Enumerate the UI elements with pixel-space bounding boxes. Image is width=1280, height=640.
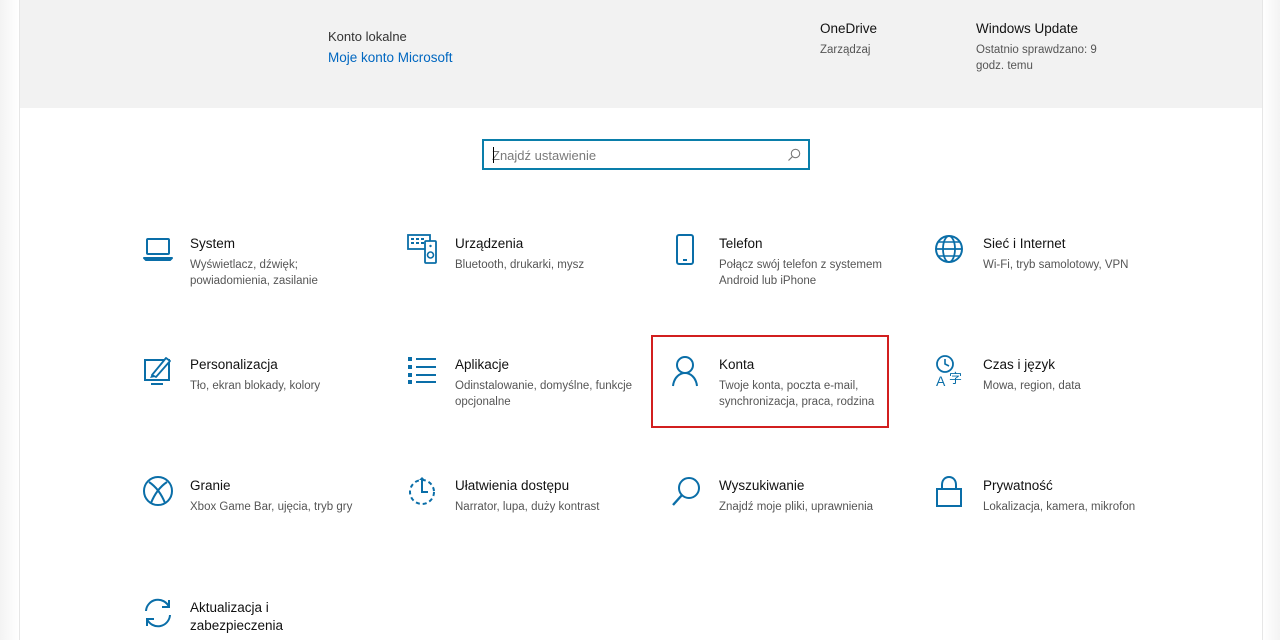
tile-title: Aktualizacja i zabezpieczenia (190, 600, 284, 633)
window-edge-right (1262, 0, 1280, 640)
tile-search[interactable]: Wyszukiwanie Znajdź moje pliki, uprawnie… (671, 476, 911, 546)
laptop-icon (142, 234, 176, 268)
time-language-icon: A字 (935, 355, 969, 389)
xbox-icon (142, 476, 176, 510)
account-block: Konto lokalne Moje konto Microsoft (328, 29, 453, 65)
window-edge-left (0, 0, 20, 640)
lock-icon (935, 476, 969, 510)
search-input[interactable] (492, 145, 782, 165)
tile-network[interactable]: Sieć i Internet Wi-Fi, tryb samolotowy, … (935, 234, 1175, 304)
tile-description: Mowa, region, data (983, 380, 1081, 392)
tile-title: Telefon (719, 236, 763, 251)
tile-description: Narrator, lupa, duży kontrast (455, 501, 600, 513)
tile-phone[interactable]: Telefon Połącz swój telefon z systemem A… (671, 234, 911, 304)
tile-privacy[interactable]: Prywatność Lokalizacja, kamera, mikrofon (935, 476, 1175, 546)
tile-description: Wi-Fi, tryb samolotowy, VPN (983, 259, 1129, 271)
tile-title: Sieć i Internet (983, 236, 1066, 251)
tile-time-language[interactable]: A字 Czas i język Mowa, region, data (935, 355, 1175, 425)
windows-update-subtitle: Ostatnio sprawdzano: 9 godz. temu (976, 44, 1097, 72)
tile-update-security[interactable]: Aktualizacja i zabezpieczenia (142, 597, 382, 640)
account-type: Konto lokalne (328, 29, 407, 44)
svg-text:字: 字 (949, 372, 962, 387)
tile-title: Personalizacja (190, 357, 278, 372)
tile-title: Aplikacje (455, 357, 510, 372)
onedrive-title: OneDrive (820, 21, 878, 36)
highlight-box (651, 335, 889, 428)
search-icon[interactable] (786, 147, 802, 163)
tile-title: Granie (190, 478, 231, 493)
tile-title: Prywatność (983, 478, 1053, 493)
tile-system[interactable]: System Wyświetlacz, dźwięk; powiadomieni… (142, 234, 382, 304)
windows-update-title: Windows Update (976, 21, 1079, 36)
tile-description: Wyświetlacz, dźwięk; powiadomienia, zasi… (190, 259, 318, 287)
tile-gaming[interactable]: Granie Xbox Game Bar, ujęcia, tryb gry (142, 476, 382, 546)
tile-description: Połącz swój telefon z systemem Android l… (719, 259, 882, 287)
tile-title: Wyszukiwanie (719, 478, 805, 493)
tile-description: Bluetooth, drukarki, mysz (455, 259, 585, 271)
phone-icon (671, 234, 705, 268)
windows-update-shortcut[interactable]: Windows Update Ostatnio sprawdzano: 9 go… (976, 21, 1116, 74)
text-caret (493, 147, 494, 163)
tile-title: System (190, 236, 236, 251)
ease-of-access-icon (407, 476, 441, 510)
tile-personalization[interactable]: Personalizacja Tło, ekran blokady, kolor… (142, 355, 382, 425)
settings-search-box[interactable] (482, 139, 810, 170)
svg-text:A: A (936, 373, 946, 389)
tile-description: Lokalizacja, kamera, mikrofon (983, 501, 1136, 513)
tile-ease-of-access[interactable]: Ułatwienia dostępu Narrator, lupa, duży … (407, 476, 647, 546)
search-icon (671, 476, 705, 510)
devices-icon (407, 234, 441, 268)
microsoft-account-link[interactable]: Moje konto Microsoft (328, 50, 453, 65)
paint-icon (142, 355, 176, 389)
tile-title: Czas i język (983, 357, 1056, 372)
globe-icon (935, 234, 969, 268)
settings-header: Konto lokalne Moje konto Microsoft OneDr… (20, 0, 1262, 108)
update-icon (142, 597, 176, 631)
tile-description: Odinstalowanie, domyślne, funkcje opcjon… (455, 380, 633, 408)
tile-apps[interactable]: Aplikacje Odinstalowanie, domyślne, funk… (407, 355, 647, 425)
tile-title: Ułatwienia dostępu (455, 478, 570, 493)
settings-window: Konto lokalne Moje konto Microsoft OneDr… (0, 0, 1280, 640)
apps-list-icon (407, 355, 441, 389)
tile-description: Tło, ekran blokady, kolory (190, 380, 321, 392)
onedrive-shortcut[interactable]: OneDrive Zarządzaj (820, 21, 877, 58)
tile-devices[interactable]: Urządzenia Bluetooth, drukarki, mysz (407, 234, 647, 304)
tile-title: Urządzenia (455, 236, 524, 251)
onedrive-subtitle: Zarządzaj (820, 44, 871, 56)
tile-description: Znajdź moje pliki, uprawnienia (719, 501, 874, 513)
tile-description: Xbox Game Bar, ujęcia, tryb gry (190, 501, 353, 513)
